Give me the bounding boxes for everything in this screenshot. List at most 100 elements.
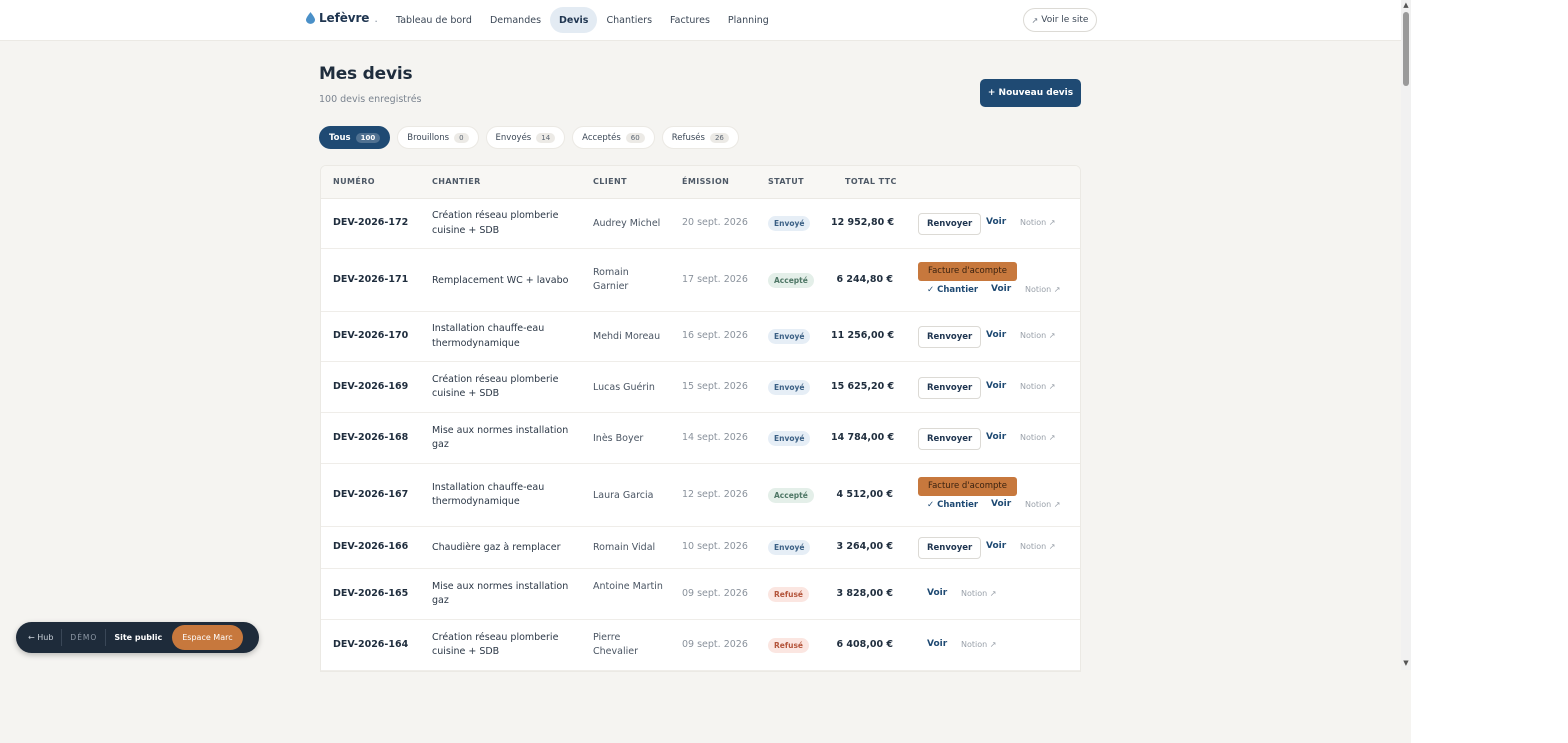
view-link[interactable]: Voir bbox=[986, 432, 1006, 442]
notion-link[interactable]: Notion ↗ bbox=[1025, 500, 1060, 509]
status-badge: Envoyé bbox=[768, 216, 811, 231]
scroll-up-arrow-icon[interactable]: ▲ bbox=[1402, 1, 1410, 9]
notion-link[interactable]: Notion ↗ bbox=[961, 640, 996, 649]
site-public-link[interactable]: Site public bbox=[106, 622, 170, 653]
quote-number[interactable]: DEV-2026-168 bbox=[333, 432, 408, 443]
espace-marc-button[interactable]: Espace Marc bbox=[172, 625, 243, 650]
nav-item-demandes[interactable]: Demandes bbox=[481, 7, 550, 33]
chantier-created-link[interactable]: ✓ Chantier bbox=[927, 285, 978, 295]
view-site-button[interactable]: ↗ Voir le site bbox=[1023, 8, 1097, 32]
nav-item-tableau-de-bord[interactable]: Tableau de bord bbox=[387, 7, 481, 33]
chantier-created-link[interactable]: ✓ Chantier bbox=[927, 500, 978, 510]
nav-item-chantiers[interactable]: Chantiers bbox=[597, 7, 661, 33]
page-subtitle: 100 devis enregistrés bbox=[319, 94, 422, 105]
quote-number[interactable]: DEV-2026-172 bbox=[333, 217, 408, 228]
emission-date: 12 sept. 2026 bbox=[682, 488, 748, 500]
client-name: Mehdi Moreau bbox=[593, 331, 661, 342]
chantier-name: Création réseau plomberie cuisine + SDB bbox=[432, 210, 559, 236]
brand-dot: . bbox=[374, 11, 378, 25]
total-ttc: 3 828,00 € bbox=[836, 587, 894, 599]
brand-logo[interactable]: Lefèvre . bbox=[306, 11, 378, 25]
notion-link[interactable]: Notion ↗ bbox=[1020, 218, 1055, 227]
vertical-scrollbar[interactable] bbox=[1401, 0, 1411, 670]
table-body: DEV-2026-172 Création réseau plomberie cu… bbox=[321, 199, 1080, 671]
emission-date: 20 sept. 2026 bbox=[682, 217, 748, 228]
resend-button[interactable]: Renvoyer bbox=[918, 326, 982, 348]
nav-item-devis[interactable]: Devis bbox=[550, 7, 598, 33]
deposit-invoice-button[interactable]: Facture d'acompte bbox=[918, 261, 1017, 281]
filter-chip-accept-s[interactable]: Acceptés 60 bbox=[572, 126, 655, 149]
nav-item-factures[interactable]: Factures bbox=[661, 7, 719, 33]
quote-number[interactable]: DEV-2026-171 bbox=[333, 274, 408, 285]
total-ttc: 11 256,00 € bbox=[831, 330, 895, 341]
client-name: Inès Boyer bbox=[593, 432, 644, 444]
filter-chip-refus-s[interactable]: Refusés 26 bbox=[661, 126, 739, 149]
view-link[interactable]: Voir bbox=[927, 639, 947, 649]
filter-label: Envoyés bbox=[495, 132, 532, 143]
column-header-total[interactable]: TOTAL TTC bbox=[845, 177, 897, 186]
chantier-name: Mise aux normes installation gaz bbox=[432, 580, 569, 607]
status-badge: Refusé bbox=[768, 586, 810, 602]
deposit-invoice-button[interactable]: Facture d'acompte bbox=[918, 476, 1017, 496]
notion-link[interactable]: Notion ↗ bbox=[1020, 331, 1055, 340]
notion-link[interactable]: Notion ↗ bbox=[1020, 382, 1055, 391]
notion-link[interactable]: Notion ↗ bbox=[961, 589, 996, 598]
status-badge: Envoyé bbox=[768, 430, 811, 446]
chantier-name: Installation chauffe-eau thermodynamique bbox=[432, 323, 545, 349]
column-header-chantier[interactable]: CHANTIER bbox=[432, 177, 481, 186]
notion-link[interactable]: Notion ↗ bbox=[1020, 433, 1055, 442]
filter-count-badge: 14 bbox=[536, 132, 556, 143]
quote-number[interactable]: DEV-2026-165 bbox=[333, 588, 408, 599]
demo-label: DÉMO bbox=[70, 633, 98, 642]
notion-link[interactable]: Notion ↗ bbox=[1025, 285, 1060, 294]
view-link[interactable]: Voir bbox=[927, 588, 947, 598]
client-name: Romain Garnier bbox=[593, 266, 629, 293]
table-row: DEV-2026-169 Création réseau plomberie cu… bbox=[321, 362, 1080, 413]
resend-button[interactable]: Renvoyer bbox=[918, 376, 982, 399]
column-header-statut[interactable]: STATUT bbox=[768, 177, 804, 186]
quote-number[interactable]: DEV-2026-170 bbox=[333, 330, 408, 341]
column-header-numero[interactable]: NUMÉRO bbox=[333, 177, 375, 186]
status-badge: Envoyé bbox=[768, 379, 811, 395]
nav-item-planning[interactable]: Planning bbox=[719, 7, 778, 33]
status-badge: Envoyé bbox=[768, 540, 811, 555]
scroll-down-arrow-icon[interactable]: ▼ bbox=[1402, 659, 1410, 667]
filter-chip-envoy-s[interactable]: Envoyés 14 bbox=[485, 126, 566, 149]
client-name: Antoine Martin bbox=[593, 580, 663, 592]
new-quote-button[interactable]: + Nouveau devis bbox=[980, 79, 1081, 107]
filter-count-badge: 100 bbox=[355, 132, 381, 143]
client-name: Lucas Guérin bbox=[593, 381, 655, 393]
column-header-emission[interactable]: ÉMISSION bbox=[682, 177, 729, 186]
resend-button[interactable]: Renvoyer bbox=[918, 427, 982, 450]
status-badge: Envoyé bbox=[768, 329, 811, 344]
view-link[interactable]: Voir bbox=[986, 217, 1006, 227]
view-link[interactable]: Voir bbox=[986, 381, 1006, 391]
top-navbar: Lefèvre . Tableau de bord Demandes Devis Ch… bbox=[0, 0, 1401, 41]
quote-number[interactable]: DEV-2026-166 bbox=[333, 541, 408, 552]
hub-link[interactable]: ← Hub bbox=[28, 622, 61, 653]
client-name: Pierre Chevalier bbox=[593, 631, 638, 658]
table-row: DEV-2026-170 Installation chauffe-eau the… bbox=[321, 312, 1080, 362]
quote-number[interactable]: DEV-2026-167 bbox=[333, 489, 408, 500]
quotes-table: NUMÉRO CHANTIER CLIENT ÉMISSION STATUT T… bbox=[320, 165, 1081, 672]
view-link[interactable]: Voir bbox=[986, 541, 1006, 551]
resend-button[interactable]: Renvoyer bbox=[918, 537, 982, 559]
scrollbar-thumb[interactable] bbox=[1403, 12, 1409, 86]
filter-chip-brouillons[interactable]: Brouillons 0 bbox=[397, 126, 479, 149]
column-header-client[interactable]: CLIENT bbox=[593, 177, 627, 186]
table-row: DEV-2026-164 Création réseau plomberie cu… bbox=[321, 620, 1080, 671]
status-badge: Refusé bbox=[768, 637, 810, 653]
quote-number[interactable]: DEV-2026-169 bbox=[333, 381, 408, 392]
chantier-name: Mise aux normes installation gaz bbox=[432, 424, 569, 451]
client-name: Audrey Michel bbox=[593, 218, 661, 229]
table-row: DEV-2026-166 Chaudière gaz à remplacer Rom… bbox=[321, 527, 1080, 569]
view-link[interactable]: Voir bbox=[986, 330, 1006, 340]
water-drop-icon bbox=[306, 12, 315, 24]
notion-link[interactable]: Notion ↗ bbox=[1020, 542, 1055, 551]
table-row: DEV-2026-171 Remplacement WC + lavabo Roma… bbox=[321, 249, 1080, 312]
quote-number[interactable]: DEV-2026-164 bbox=[333, 639, 408, 650]
resend-button[interactable]: Renvoyer bbox=[918, 213, 982, 235]
filter-chip-tous[interactable]: Tous 100 bbox=[319, 126, 391, 149]
view-link[interactable]: Voir bbox=[991, 284, 1011, 294]
view-link[interactable]: Voir bbox=[991, 499, 1011, 509]
